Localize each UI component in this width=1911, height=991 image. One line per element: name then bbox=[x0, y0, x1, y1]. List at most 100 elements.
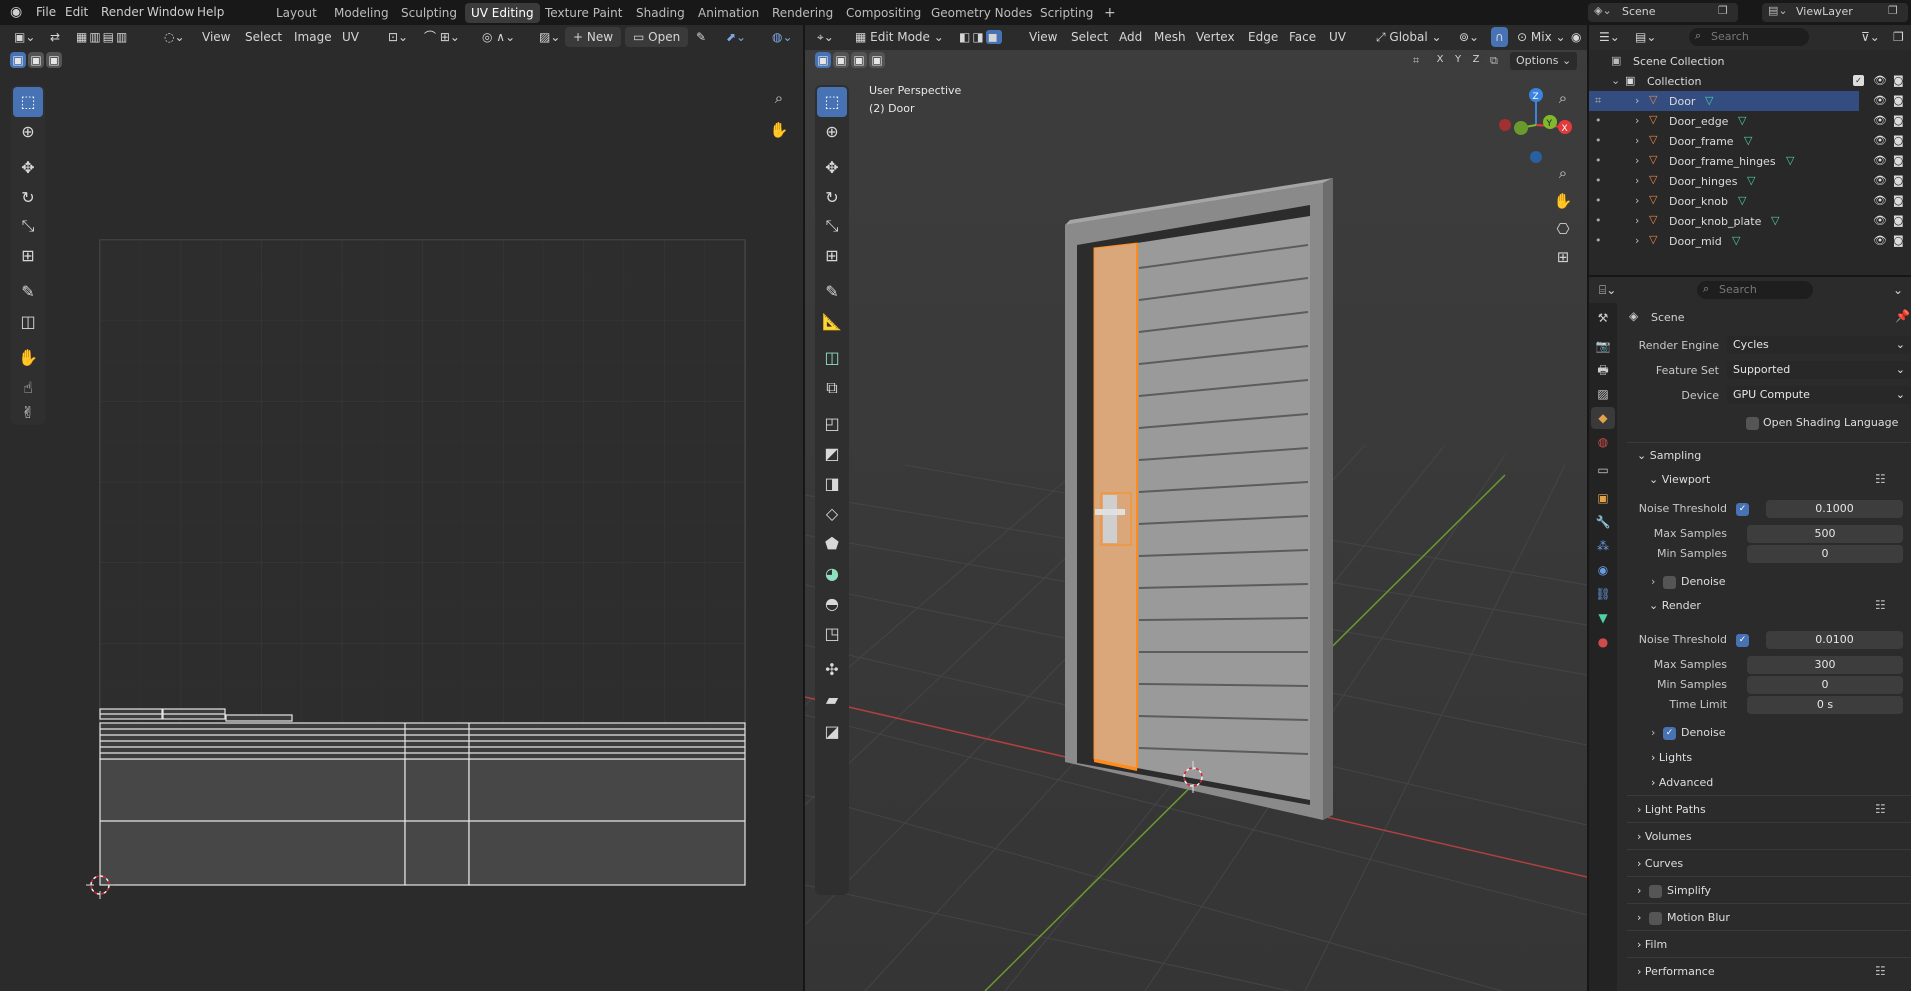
edge-slide-tool-icon[interactable]: ◳ bbox=[817, 619, 847, 649]
overlay-toggle-icon[interactable]: ◉ bbox=[1567, 27, 1585, 47]
outliner-item[interactable]: • › ▽ ▽ 👁 ◙ Door_edge bbox=[1589, 111, 1904, 131]
new-view-layer-icon[interactable]: ❐ bbox=[1888, 4, 1898, 17]
osl-checkbox[interactable] bbox=[1746, 417, 1759, 430]
knife-tool-icon[interactable]: ◇ bbox=[817, 499, 847, 529]
uv-canvas[interactable] bbox=[0, 25, 803, 991]
viewport-subpanel-header[interactable]: ⌄ Viewport bbox=[1649, 473, 1710, 486]
extrude-region-tool-icon[interactable]: ⧉ bbox=[817, 373, 847, 403]
outliner-item[interactable]: • › ▽ ▽ 👁 ◙ Door_knob bbox=[1589, 191, 1904, 211]
outliner-item[interactable]: • › ▽ ▽ 👁 ◙ Door_knob_plate bbox=[1589, 211, 1904, 231]
viewport-menu-face[interactable]: Face bbox=[1285, 27, 1320, 47]
render-subpanel-header[interactable]: ⌄ Render bbox=[1649, 599, 1701, 612]
mesh-data-icon[interactable]: ▽ bbox=[1738, 194, 1746, 207]
scene-collection-row[interactable]: ▣ Scene Collection bbox=[1589, 51, 1859, 71]
render-engine-dropdown[interactable]: Cycles ⌄ bbox=[1727, 336, 1911, 354]
preset-list-icon[interactable]: ☷ bbox=[1875, 472, 1886, 486]
pan-hand-icon[interactable]: ✋ bbox=[1550, 188, 1576, 214]
rotate-tool-icon[interactable]: ↻ bbox=[817, 183, 847, 213]
motion-blur-panel[interactable]: › bbox=[1637, 911, 1641, 924]
select-extend-icon[interactable]: ▣ bbox=[833, 52, 849, 68]
shear-tool-icon[interactable]: ▰ bbox=[817, 685, 847, 715]
expand-chevron-icon[interactable]: › bbox=[1635, 154, 1639, 167]
expand-chevron-icon[interactable]: › bbox=[1635, 114, 1639, 127]
preset-list-icon[interactable]: ☷ bbox=[1875, 964, 1886, 978]
mesh-data-icon[interactable]: ▽ bbox=[1786, 154, 1794, 167]
outliner-editor-type-icon[interactable]: ☰⌄ bbox=[1595, 27, 1624, 47]
mesh-select-mode-icons[interactable]: ◧◨ ◼ bbox=[955, 27, 1006, 47]
uv-face[interactable] bbox=[468, 758, 746, 886]
outliner-item[interactable]: • › ▽ ▽ 👁 ◙ Door_frame_hinges bbox=[1589, 151, 1904, 171]
gizmo-neg-x-icon[interactable] bbox=[1499, 119, 1511, 131]
viewport-scene[interactable]: Z X Y bbox=[805, 25, 1587, 991]
time-limit-field[interactable]: 0 s bbox=[1747, 696, 1903, 714]
door-knob[interactable] bbox=[1095, 509, 1125, 515]
vp-noise-threshold-checkbox[interactable]: ✓ bbox=[1736, 503, 1749, 516]
scene-tab-icon[interactable]: ◆ bbox=[1591, 407, 1615, 429]
tab-uv-editing[interactable]: UV Editing bbox=[465, 3, 540, 23]
viewport-menu-uv[interactable]: UV bbox=[1325, 27, 1350, 47]
curves-panel[interactable]: › Curves bbox=[1637, 857, 1683, 870]
shrink-fatten-tool-icon[interactable]: ✣ bbox=[817, 655, 847, 685]
mirror-x-button[interactable]: X bbox=[1432, 52, 1448, 68]
render-camera-icon[interactable]: ◙ bbox=[1893, 174, 1904, 187]
physics-tab-icon[interactable]: ◉ bbox=[1591, 559, 1615, 581]
render-tab-icon[interactable]: 📷 bbox=[1591, 335, 1615, 357]
zoom-icon[interactable]: ⌕ bbox=[1550, 85, 1576, 111]
viewport-menu-view[interactable]: View bbox=[1025, 27, 1061, 47]
new-collection-icon[interactable]: ❐ bbox=[1889, 27, 1908, 47]
tab-sculpting[interactable]: Sculpting bbox=[395, 3, 463, 23]
light-paths-panel[interactable]: › Light Paths bbox=[1637, 803, 1706, 816]
mesh-data-icon[interactable]: ▽ bbox=[1771, 214, 1779, 227]
preset-list-icon[interactable]: ☷ bbox=[1875, 598, 1886, 612]
select-new-icon[interactable]: ▣ bbox=[815, 52, 831, 68]
pin-icon[interactable]: 📌 bbox=[1895, 309, 1910, 323]
constraints-tab-icon[interactable]: ⛓ bbox=[1591, 583, 1615, 605]
gizmo-neg-z-icon[interactable] bbox=[1530, 151, 1542, 163]
tool-tab-icon[interactable]: ⚒ bbox=[1591, 307, 1615, 329]
tab-texture-paint[interactable]: Texture Paint bbox=[539, 3, 628, 23]
outliner-item[interactable]: • › ▽ ▽ 👁 ◙ Door_frame bbox=[1589, 131, 1904, 151]
move-tool-icon[interactable]: ✥ bbox=[817, 153, 847, 183]
r-noise-threshold-checkbox[interactable]: ✓ bbox=[1736, 634, 1749, 647]
scene-selector[interactable]: ◈⌄ Scene ❐ bbox=[1588, 3, 1738, 22]
simplify-panel[interactable]: › bbox=[1637, 884, 1641, 897]
uv-face[interactable] bbox=[99, 758, 406, 886]
properties-editor-type-icon[interactable]: ⌸⌄ bbox=[1595, 280, 1620, 300]
vp-noise-threshold-field[interactable]: 0.1000 bbox=[1766, 500, 1903, 518]
preset-list-icon[interactable]: ☷ bbox=[1875, 802, 1886, 816]
menu-help[interactable]: Help bbox=[191, 0, 230, 25]
orthographic-toggle-icon[interactable]: ⊞ bbox=[1550, 244, 1576, 270]
collection-tab-icon[interactable]: ▭ bbox=[1591, 459, 1615, 481]
blender-logo-icon[interactable]: ◉ bbox=[4, 0, 28, 25]
menu-file[interactable]: File bbox=[30, 0, 62, 25]
outliner[interactable]: ☰⌄ ▤⌄ ⌕ Search ⊽⌄ ❐ ▣ Scene Collection ⌄… bbox=[1589, 25, 1911, 275]
bevel-tool-icon[interactable]: ◩ bbox=[817, 439, 847, 469]
visibility-eye-icon[interactable]: 👁 bbox=[1873, 154, 1887, 167]
uv-small-island[interactable] bbox=[225, 714, 293, 722]
mesh-data-icon[interactable]: ▽ bbox=[1744, 134, 1752, 147]
visibility-eye-icon[interactable]: 👁 bbox=[1873, 114, 1887, 127]
expand-chevron-icon[interactable]: › bbox=[1635, 134, 1639, 147]
viewport-menu-vertex[interactable]: Vertex bbox=[1192, 27, 1239, 47]
add-workspace-icon[interactable]: + bbox=[1098, 3, 1122, 23]
r-noise-threshold-field[interactable]: 0.0100 bbox=[1766, 631, 1903, 649]
render-camera-icon[interactable]: ◙ bbox=[1893, 94, 1904, 107]
select-subtract-icon[interactable]: ▣ bbox=[851, 52, 867, 68]
proportional-selector[interactable]: ⊙ Mix ⌄ bbox=[1513, 27, 1570, 47]
view-layer-selector[interactable]: ▤⌄ ViewLayer ❐ bbox=[1762, 3, 1908, 22]
uv-face[interactable] bbox=[404, 758, 470, 886]
simplify-checkbox[interactable] bbox=[1649, 885, 1662, 898]
orientation-selector[interactable]: ⤢ Global ⌄ bbox=[1372, 27, 1446, 47]
inset-tool-icon[interactable]: ◰ bbox=[817, 409, 847, 439]
output-tab-icon[interactable]: 🖶 bbox=[1591, 359, 1615, 381]
vp-denoise-expand-icon[interactable]: › bbox=[1651, 575, 1655, 588]
motion-blur-checkbox[interactable] bbox=[1649, 912, 1662, 925]
sampling-panel-header[interactable]: ⌄ Sampling bbox=[1637, 449, 1701, 462]
tab-layout[interactable]: Layout bbox=[270, 3, 323, 23]
tab-modeling[interactable]: Modeling bbox=[328, 3, 395, 23]
r-max-samples-field[interactable]: 300 bbox=[1747, 656, 1903, 674]
viewport-menu-add[interactable]: Add bbox=[1115, 27, 1146, 47]
spin-tool-icon[interactable]: ◕ bbox=[817, 559, 847, 589]
render-camera-icon[interactable]: ◙ bbox=[1893, 74, 1904, 87]
visibility-eye-icon[interactable]: 👁 bbox=[1873, 194, 1887, 207]
